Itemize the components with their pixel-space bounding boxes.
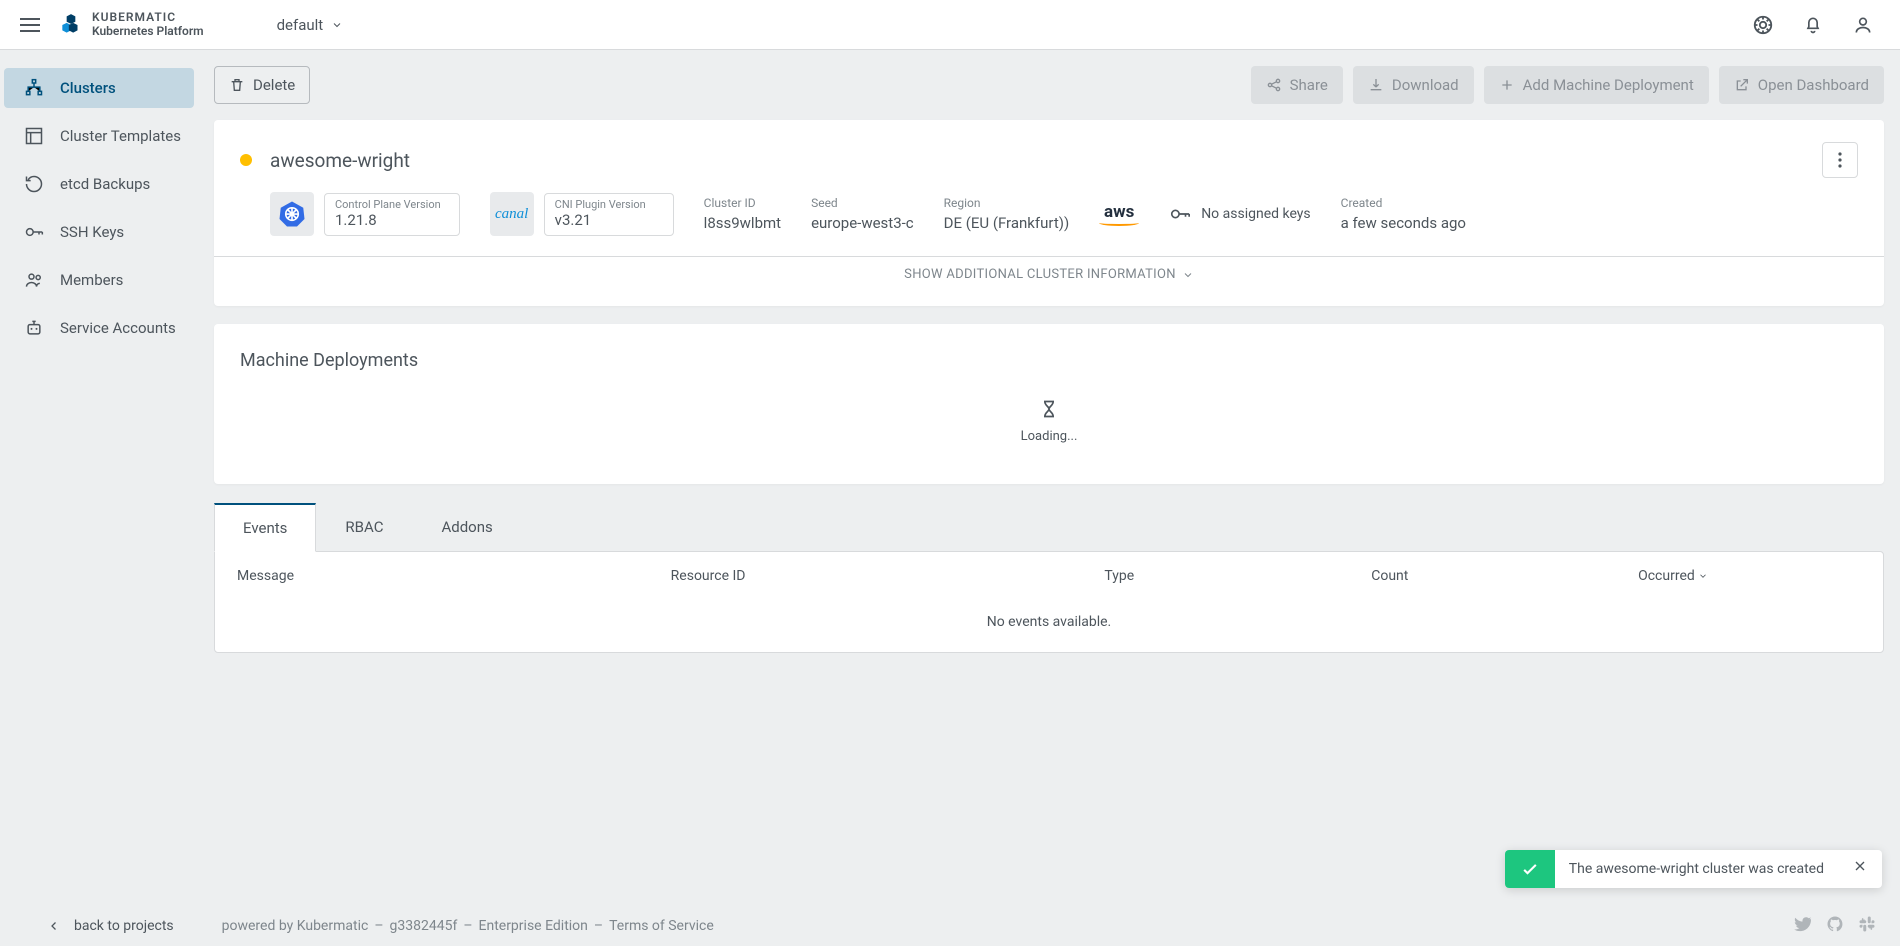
- sidebar-item-service-accounts[interactable]: Service Accounts: [4, 308, 194, 348]
- share-icon: [1266, 77, 1282, 93]
- seed-chip: Seed europe-west3-c: [811, 196, 914, 232]
- cluster-id-chip: Cluster ID l8ss9wlbmt: [704, 196, 781, 232]
- aws-icon: aws: [1104, 202, 1134, 222]
- trash-icon: [229, 77, 245, 93]
- sidebar-item-label: Cluster Templates: [60, 127, 181, 145]
- col-message[interactable]: Message: [215, 552, 649, 600]
- region-chip: Region DE (EU (Frankfurt)): [944, 196, 1070, 232]
- col-resource-id[interactable]: Resource ID: [649, 552, 1083, 600]
- menu-toggle[interactable]: [20, 18, 40, 32]
- machine-deployments-title: Machine Deployments: [240, 350, 1858, 371]
- col-count[interactable]: Count: [1349, 552, 1616, 600]
- sidebar-item-label: Clusters: [60, 79, 116, 97]
- sidebar-item-label: SSH Keys: [60, 223, 124, 241]
- templates-icon: [24, 126, 44, 146]
- sidebar: Clusters Cluster Templates etcd Backups …: [0, 50, 198, 906]
- notifications-icon[interactable]: [1802, 14, 1824, 36]
- cluster-more-menu[interactable]: [1822, 142, 1858, 178]
- delete-button[interactable]: Delete: [214, 66, 310, 104]
- chevron-down-icon: [1182, 269, 1194, 281]
- robot-icon: [24, 318, 44, 338]
- hourglass-icon: [1039, 399, 1059, 419]
- tab-addons[interactable]: Addons: [412, 503, 521, 552]
- tab-events[interactable]: Events: [214, 503, 316, 552]
- chevron-down-icon: [1698, 571, 1708, 581]
- help-icon[interactable]: [1752, 14, 1774, 36]
- sidebar-item-clusters[interactable]: Clusters: [4, 68, 194, 108]
- brand-logo[interactable]: KUBERMATIC Kubernetes Platform: [58, 11, 204, 37]
- canal-icon: canal: [490, 192, 534, 236]
- chevron-left-icon: [48, 920, 60, 932]
- download-button[interactable]: Download: [1353, 66, 1474, 104]
- col-type[interactable]: Type: [1082, 552, 1349, 600]
- plus-icon: [1499, 77, 1515, 93]
- cluster-name: awesome-wright: [270, 149, 410, 172]
- footer-social: [1794, 915, 1876, 937]
- tab-bar: Events RBAC Addons: [214, 502, 1884, 551]
- open-dashboard-button[interactable]: Open Dashboard: [1719, 66, 1884, 104]
- check-icon: [1505, 850, 1555, 888]
- user-icon[interactable]: [1852, 14, 1874, 36]
- action-bar: Delete Share Download Add Machine Deploy…: [214, 66, 1884, 104]
- kubermatic-icon: [58, 12, 84, 38]
- ssh-keys-info: No assigned keys: [1169, 203, 1310, 225]
- close-icon: [1852, 858, 1868, 874]
- backup-icon: [24, 174, 44, 194]
- project-selector[interactable]: default: [277, 16, 344, 34]
- topbar-actions: [1752, 14, 1880, 36]
- sidebar-item-ssh-keys[interactable]: SSH Keys: [4, 212, 194, 252]
- back-to-projects[interactable]: back to projects: [24, 918, 174, 934]
- sidebar-item-label: Service Accounts: [60, 319, 176, 337]
- events-table: Message Resource ID Type Count Occurred: [215, 552, 1883, 600]
- main-content: Delete Share Download Add Machine Deploy…: [198, 50, 1900, 906]
- tab-rbac[interactable]: RBAC: [316, 503, 412, 552]
- sidebar-item-label: Members: [60, 271, 123, 289]
- events-empty-state: No events available.: [215, 600, 1883, 652]
- brand-line2: Kubernetes Platform: [92, 25, 204, 38]
- events-panel: Message Resource ID Type Count Occurred …: [214, 551, 1884, 653]
- footer-meta: powered by Kubermatic– g3382445f– Enterp…: [222, 918, 714, 934]
- members-icon: [24, 270, 44, 290]
- toast-close[interactable]: [1838, 858, 1882, 879]
- col-occurred[interactable]: Occurred: [1616, 552, 1883, 600]
- edition-label: Enterprise Edition: [479, 918, 588, 934]
- sidebar-item-etcd-backups[interactable]: etcd Backups: [4, 164, 194, 204]
- external-link-icon: [1734, 77, 1750, 93]
- sidebar-item-label: etcd Backups: [60, 175, 150, 193]
- toast-message: The awesome-wright cluster was created: [1555, 850, 1838, 888]
- expand-cluster-info[interactable]: SHOW ADDITIONAL CLUSTER INFORMATION: [214, 256, 1884, 306]
- commit-hash: g3382445f: [390, 918, 458, 934]
- chevron-down-icon: [331, 19, 343, 31]
- top-bar: KUBERMATIC Kubernetes Platform default: [0, 0, 1900, 50]
- download-icon: [1368, 77, 1384, 93]
- key-icon: [1169, 203, 1191, 225]
- project-selected-label: default: [277, 16, 324, 34]
- cluster-status-indicator: [240, 154, 252, 166]
- tos-link[interactable]: Terms of Service: [609, 918, 714, 934]
- machine-deployments-card: Machine Deployments Loading...: [214, 324, 1884, 484]
- more-vertical-icon: [1838, 152, 1842, 168]
- provider-logo: aws: [1099, 202, 1139, 226]
- tabs-container: Events RBAC Addons Message Resource ID T…: [214, 502, 1884, 683]
- github-icon[interactable]: [1826, 915, 1844, 937]
- created-chip: Created a few seconds ago: [1341, 196, 1466, 232]
- add-machine-deployment-button[interactable]: Add Machine Deployment: [1484, 66, 1709, 104]
- cluster-details-card: awesome-wright Control Plane Version 1.2…: [214, 120, 1884, 306]
- kubernetes-icon: [270, 192, 314, 236]
- control-plane-version-chip: Control Plane Version 1.21.8: [270, 192, 460, 236]
- sidebar-item-cluster-templates[interactable]: Cluster Templates: [4, 116, 194, 156]
- key-icon: [24, 222, 44, 242]
- share-button[interactable]: Share: [1251, 66, 1343, 104]
- toast-success: The awesome-wright cluster was created: [1505, 850, 1882, 888]
- cni-version-chip: canal CNI Plugin Version v3.21: [490, 192, 674, 236]
- slack-icon[interactable]: [1858, 915, 1876, 937]
- brand-line1: KUBERMATIC: [92, 11, 204, 24]
- clusters-icon: [24, 78, 44, 98]
- loading-indicator: Loading...: [240, 399, 1858, 444]
- sidebar-item-members[interactable]: Members: [4, 260, 194, 300]
- footer: back to projects powered by Kubermatic– …: [0, 906, 1900, 946]
- twitter-icon[interactable]: [1794, 915, 1812, 937]
